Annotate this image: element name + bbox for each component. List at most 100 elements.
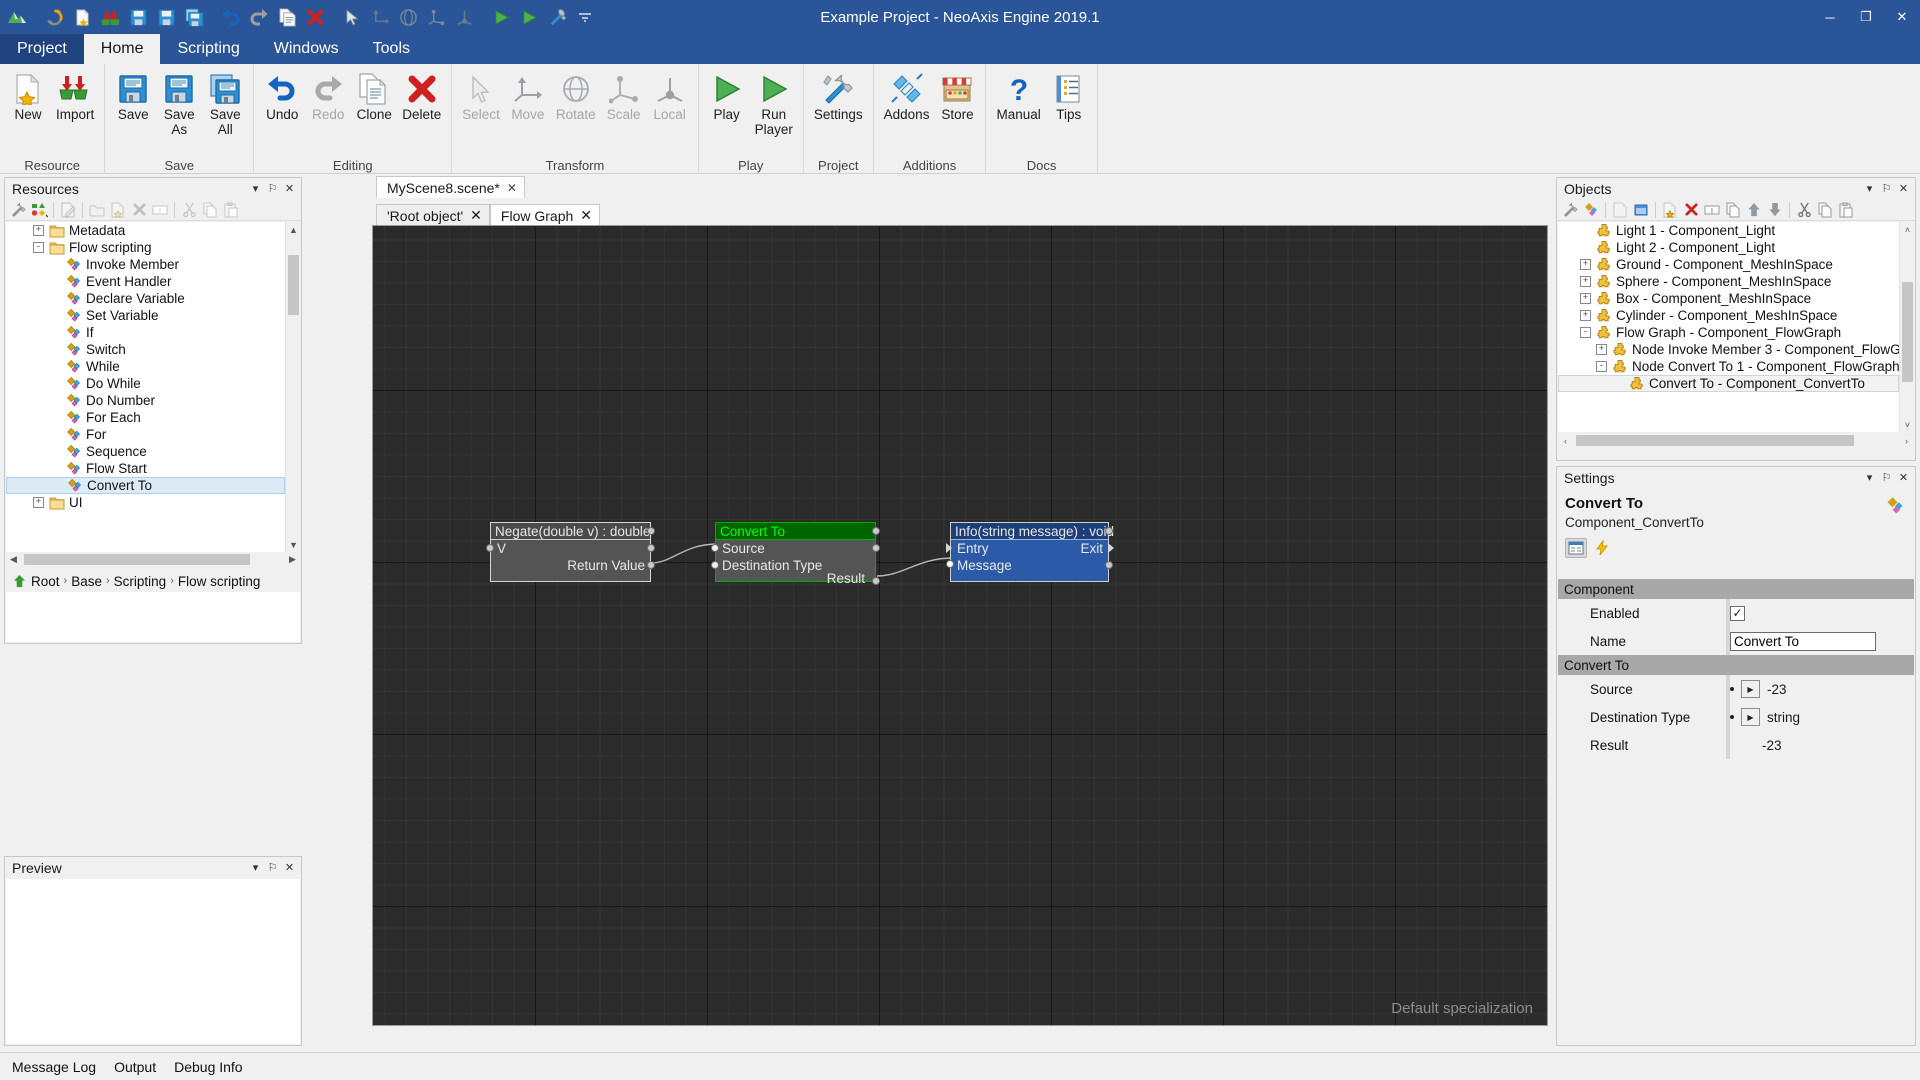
objects-pin-button[interactable]: ⚐ [1878,179,1895,198]
collapse-icon[interactable]: - [33,242,44,253]
port-dot-negate-v[interactable] [486,544,494,552]
rename-icon[interactable]: I [150,200,170,220]
resources-scroll-down-arrow[interactable]: ▼ [286,537,301,552]
window-icon[interactable] [1631,200,1651,220]
flow-node-negate[interactable]: Negate(double v) : double V Return Value [486,522,655,582]
ribbon-tab-scripting[interactable]: Scripting [160,34,256,64]
objects-hscroll-right-arrow[interactable]: › [1899,433,1914,448]
resources-pin-button[interactable]: ⚐ [264,179,281,198]
objects-tree-row[interactable]: + Node Invoke Member 3 - Component_FlowGr… [1558,341,1899,358]
port-dot-convert-mid-right[interactable] [872,544,880,552]
new-object-icon[interactable] [1660,200,1680,220]
properties-view-icon[interactable] [1565,538,1587,558]
run-player-button[interactable]: Run Player [750,68,798,137]
add-component-icon[interactable] [1581,200,1601,220]
objects-tree-row[interactable]: + Sphere - Component_MeshInSpace [1558,273,1899,290]
port-triangle-info-entry[interactable] [946,543,952,553]
resources-hscroll-left-arrow[interactable]: ◀ [6,552,21,567]
save-all-button[interactable]: Save All [202,68,248,137]
objects-hscroll-left-arrow[interactable]: ‹ [1558,433,1573,448]
property-expand-arrow-icon[interactable]: ▶ [1741,708,1760,726]
clone-button[interactable]: Clone [351,68,397,122]
save-icon[interactable] [125,4,151,30]
run-player-icon[interactable] [516,4,542,30]
expand-icon[interactable]: + [33,497,44,508]
subtab-close-icon[interactable]: ✕ [580,207,592,224]
flow-node-info[interactable]: Info(string message) : void Entry Exit M… [946,522,1114,582]
redo-icon[interactable] [246,4,272,30]
local-button[interactable]: Local [647,68,693,122]
objects-tree-hscrollbar[interactable]: ‹ › [1558,433,1914,448]
edit-icon[interactable] [1610,200,1630,220]
delete-icon[interactable] [129,200,149,220]
resources-tree-row[interactable]: For [6,426,285,443]
objects-tree-scrollbar[interactable]: ˄ ˅ [1899,222,1914,432]
objects-collapse-button[interactable]: ▾ [1861,179,1878,198]
port-dot-info-message[interactable] [946,560,954,568]
resources-tree-scrollbar[interactable]: ▲ ▼ [285,222,300,552]
addons-button[interactable]: Addons [879,68,935,122]
delete-icon[interactable] [302,4,328,30]
resources-tree-hscrollbar[interactable]: ◀ ▶ [6,552,300,567]
property-grid-splitter[interactable] [1726,675,1730,703]
rotate-button[interactable]: Rotate [551,68,601,122]
breadcrumb-item-flow-scripting[interactable]: Flow scripting [178,574,261,589]
new-folder-icon[interactable] [87,200,107,220]
objects-tree-row[interactable]: + Ground - Component_MeshInSpace [1558,256,1899,273]
resources-collapse-button[interactable]: ▾ [247,179,264,198]
resources-scroll-up-arrow[interactable]: ▲ [286,222,301,237]
port-dot-info-top-right[interactable] [1105,527,1113,535]
objects-scroll-up-arrow[interactable]: ˄ [1900,222,1915,237]
move-up-icon[interactable] [1744,200,1764,220]
expand-icon[interactable]: + [1580,310,1591,321]
port-dot-convert-result[interactable] [872,577,880,585]
collapse-icon[interactable]: - [1596,361,1607,372]
expand-icon[interactable]: + [1580,276,1591,287]
port-dot-convert-top-right[interactable] [872,527,880,535]
objects-close-button[interactable]: ✕ [1895,179,1912,198]
resources-tree-row[interactable]: Flow Start [6,460,285,477]
save-as-icon[interactable] [153,4,179,30]
settings-button[interactable]: Settings [809,68,868,122]
breadcrumb-item-scripting[interactable]: Scripting [114,574,167,589]
select-icon[interactable] [339,4,365,30]
property-grid-splitter[interactable] [1726,627,1730,655]
port-dot-convert-source[interactable] [711,544,719,552]
port-dot-negate-mid-right[interactable] [647,544,655,552]
flow-port-negate-v[interactable]: V [491,540,650,557]
flow-graph-canvas[interactable]: Negate(double v) : double V Return Value… [372,225,1548,1026]
resources-tree-row[interactable]: Convert To [6,477,285,494]
objects-tree-row[interactable]: - Flow Graph - Component_FlowGraph [1558,324,1899,341]
resources-scroll-thumb[interactable] [288,255,299,315]
resources-tree-row[interactable]: Switch [6,341,285,358]
status-output[interactable]: Output [114,1059,156,1075]
undo-icon[interactable] [218,4,244,30]
paste-icon[interactable] [1836,200,1856,220]
redo-button[interactable]: Redo [305,68,351,122]
objects-scroll-down-arrow[interactable]: ˅ [1900,417,1915,432]
save-button[interactable]: Save [110,68,156,122]
resources-tree-row[interactable]: Sequence [6,443,285,460]
objects-hscroll-thumb[interactable] [1576,435,1854,446]
port-dot-convert-destination-type[interactable] [711,561,719,569]
resources-tree-row[interactable]: Do While [6,375,285,392]
property-grid-splitter[interactable] [1726,731,1730,759]
customize-icon[interactable] [572,4,598,30]
resources-tree-row[interactable]: + UI [6,494,285,511]
settings-icon[interactable] [544,4,570,30]
port-triangle-info-exit[interactable] [1108,543,1114,553]
move-down-icon[interactable] [1765,200,1785,220]
document-tab-myscene8[interactable]: MyScene8.scene* ✕ [376,176,525,198]
clone-icon[interactable] [274,4,300,30]
move-button[interactable]: Move [505,68,551,122]
filter-shapes-icon[interactable] [29,200,49,220]
import-button[interactable]: Import [51,68,99,122]
settings-close-button[interactable]: ✕ [1895,468,1912,487]
tools-icon[interactable] [8,200,28,220]
scale-icon[interactable] [423,4,449,30]
subtab-root-object[interactable]: 'Root object' ✕ [376,204,490,226]
resources-tree-row[interactable]: + Metadata [6,222,285,239]
breadcrumb-item-root[interactable]: Root [31,574,60,589]
objects-tree-row[interactable]: - Node Convert To 1 - Component_FlowGraph… [1558,358,1899,375]
duplicate-icon[interactable] [1723,200,1743,220]
